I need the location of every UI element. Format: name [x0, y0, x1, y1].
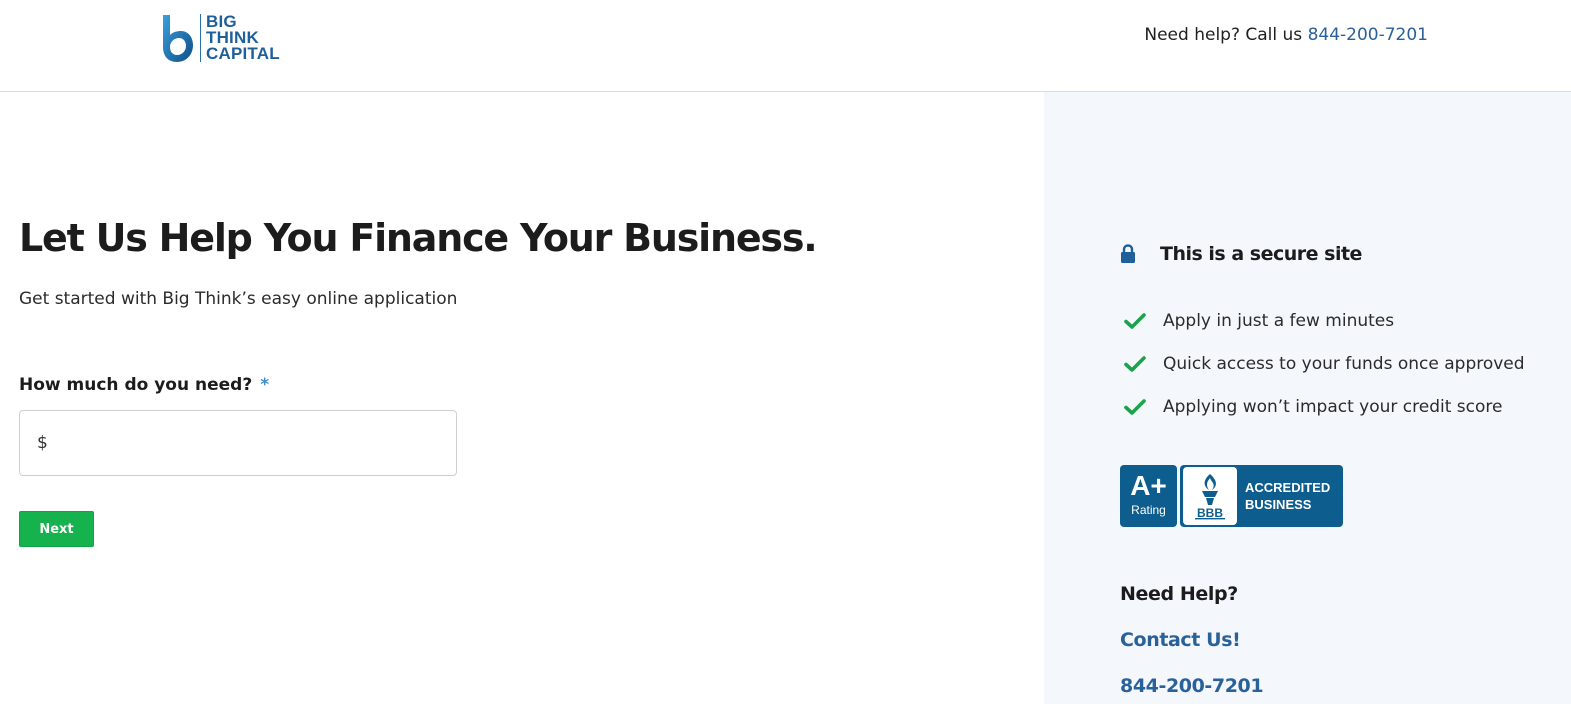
bbb-business-line: BUSINESS	[1245, 497, 1312, 512]
site-header: BIG THINK CAPITAL Need help? Call us 844…	[0, 0, 1571, 92]
checkmark-icon	[1124, 312, 1146, 329]
header-help-prefix: Need help? Call us	[1144, 25, 1303, 45]
application-form-section: Let Us Help You Finance Your Business. G…	[0, 92, 1044, 704]
benefit-item: Apply in just a few minutes	[1124, 299, 1525, 342]
bbb-rating-box: A+ Rating	[1120, 465, 1177, 527]
checkmark-icon	[1124, 355, 1146, 372]
required-asterisk: *	[260, 375, 270, 395]
page-title: Let Us Help You Finance Your Business.	[19, 216, 818, 260]
bbb-grade: A+	[1130, 470, 1167, 501]
next-button[interactable]: Next	[19, 511, 94, 547]
benefit-text: Applying won’t impact your credit score	[1163, 396, 1503, 417]
page-subtitle: Get started with Big Think’s easy online…	[19, 289, 458, 309]
benefit-item: Quick access to your funds once approved	[1124, 342, 1525, 385]
contact-us-link[interactable]: Contact Us!	[1120, 629, 1241, 651]
header-help-line: Need help? Call us 844-200-7201	[1144, 25, 1428, 45]
bbb-seal-text: BBB	[1197, 506, 1223, 520]
bbb-grade-label: Rating	[1131, 503, 1166, 517]
amount-input[interactable]	[54, 423, 444, 463]
bbb-seal-icon: BBB	[1183, 467, 1237, 525]
benefit-text: Quick access to your funds once approved	[1163, 353, 1525, 374]
secure-site-text: This is a secure site	[1160, 243, 1362, 265]
secure-site-notice: This is a secure site	[1120, 243, 1362, 265]
amount-field-label: How much do you need? *	[19, 375, 269, 395]
header-phone-link[interactable]: 844-200-7201	[1308, 25, 1428, 45]
bbb-torch-icon: BBB	[1195, 474, 1225, 520]
trust-sidebar: This is a secure site Apply in just a fe…	[1044, 92, 1571, 704]
benefit-item: Applying won’t impact your credit score	[1124, 385, 1525, 428]
need-help-heading: Need Help?	[1120, 583, 1238, 605]
b-swoosh-logo-icon	[163, 15, 193, 62]
bbb-accredited-box: BBB ACCREDITED BUSINESS	[1180, 465, 1343, 527]
benefit-text: Apply in just a few minutes	[1163, 310, 1395, 331]
logo-divider	[200, 14, 201, 62]
logo-wordmark: BIG THINK CAPITAL	[206, 13, 280, 63]
benefits-list: Apply in just a few minutes Quick access…	[1124, 299, 1525, 428]
brand-logo[interactable]: BIG THINK CAPITAL	[160, 12, 280, 64]
currency-prefix: $	[37, 433, 48, 453]
checkmark-icon	[1124, 398, 1146, 415]
sidebar-phone-link[interactable]: 844-200-7201	[1120, 675, 1264, 697]
logo-line-capital: CAPITAL	[206, 44, 280, 63]
bbb-accredited-line: ACCREDITED	[1245, 480, 1331, 495]
amount-input-wrapper[interactable]: $	[19, 410, 457, 476]
lock-icon	[1121, 244, 1135, 263]
bbb-accreditation-badge[interactable]: A+ Rating BBB ACCREDITED BUSINESS	[1120, 465, 1343, 527]
amount-label-text: How much do you need?	[19, 375, 253, 395]
bbb-accredited-text: ACCREDITED BUSINESS	[1245, 479, 1330, 513]
